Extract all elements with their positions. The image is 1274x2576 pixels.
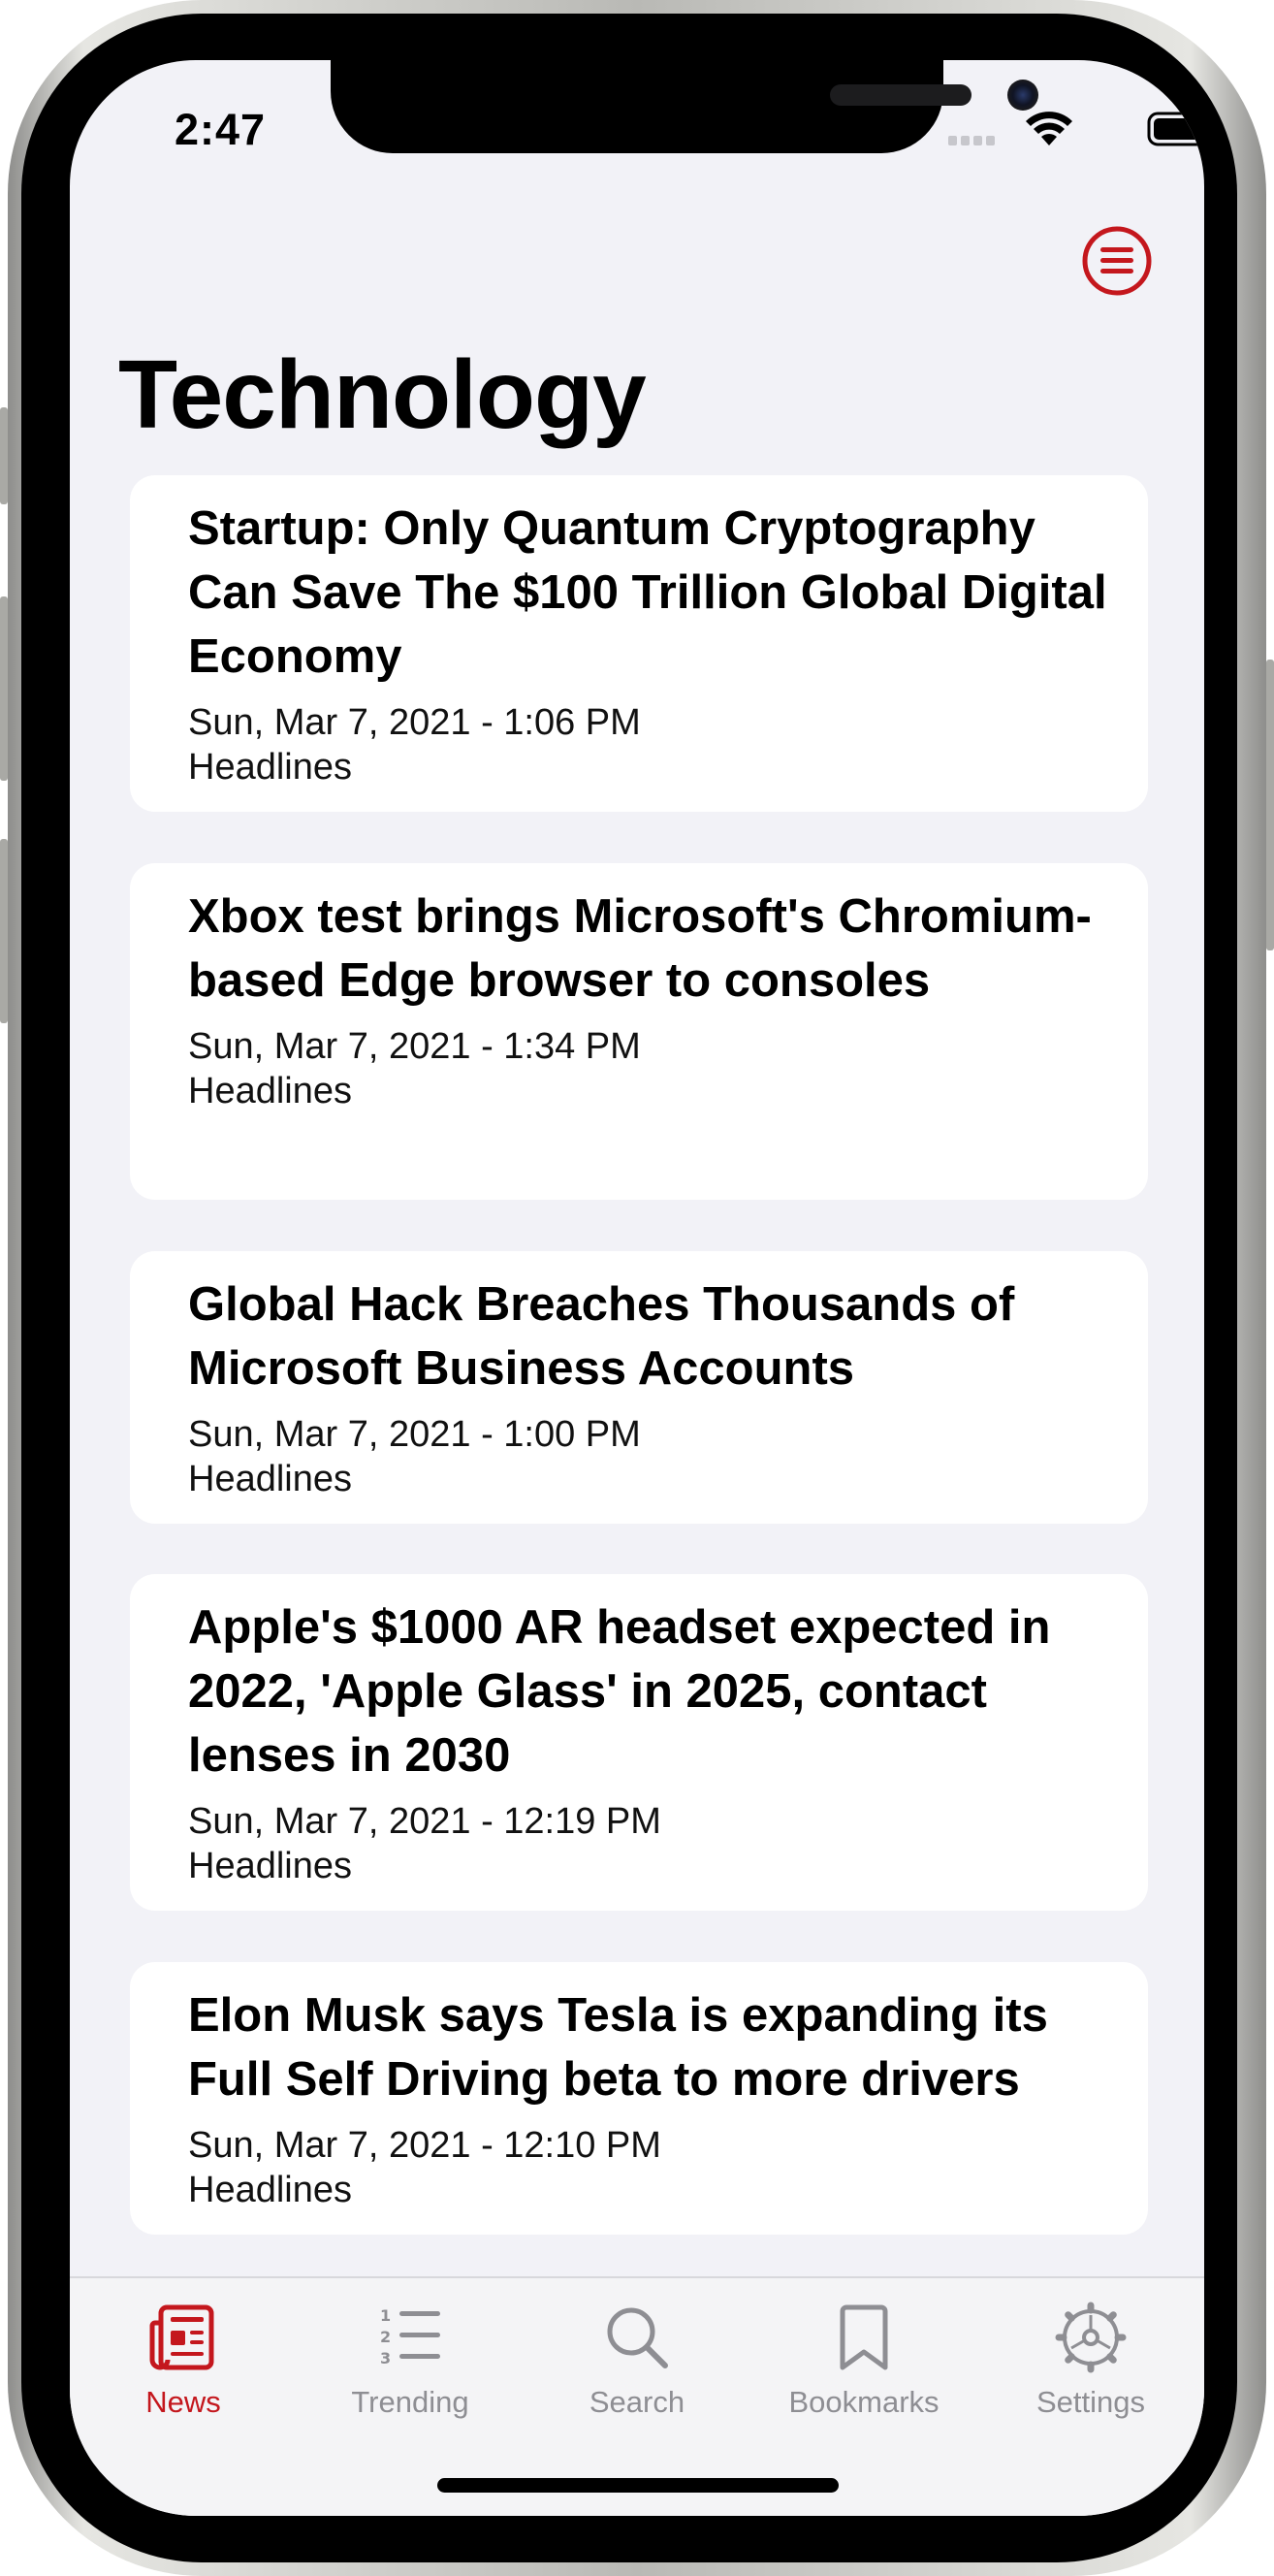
silent-switch xyxy=(0,407,8,504)
article-card[interactable]: Apple's $1000 AR headset expected in 202… xyxy=(130,1574,1148,1911)
status-icons xyxy=(948,112,1204,146)
menu-button[interactable] xyxy=(1081,225,1153,297)
tab-label: Bookmarks xyxy=(788,2385,940,2419)
article-source: Headlines xyxy=(188,1846,352,1886)
bookmark-icon xyxy=(840,2304,888,2370)
tab-search[interactable]: Search xyxy=(524,2278,750,2443)
article-card[interactable]: Elon Musk says Tesla is expanding its Fu… xyxy=(130,1962,1148,2235)
tab-trending[interactable]: 1 2 3 Trending xyxy=(297,2278,524,2443)
speaker-grille xyxy=(830,84,971,106)
article-date: Sun, Mar 7, 2021 - 1:06 PM xyxy=(188,702,641,743)
article-source: Headlines xyxy=(188,747,352,788)
svg-text:2: 2 xyxy=(380,2328,391,2346)
article-date: Sun, Mar 7, 2021 - 1:34 PM xyxy=(188,1026,641,1067)
article-title: Global Hack Breaches Thousands of Micros… xyxy=(188,1278,1015,1395)
article-card[interactable]: Startup: Only Quantum Cryptography Can S… xyxy=(130,475,1148,812)
article-source: Headlines xyxy=(188,1071,352,1111)
article-card[interactable]: Xbox test brings Microsoft's Chromium-ba… xyxy=(130,863,1148,1200)
tab-settings[interactable]: Settings xyxy=(977,2278,1204,2443)
newspaper-icon xyxy=(149,2304,214,2370)
screen: 2:47 Technology Startup: Only Quantum Cr… xyxy=(70,60,1204,2516)
tab-news[interactable]: News xyxy=(70,2278,297,2443)
battery-icon xyxy=(1147,112,1204,146)
front-camera xyxy=(1007,80,1038,111)
notch xyxy=(331,60,1038,153)
cellular-signal-icon xyxy=(948,136,995,145)
tab-label: News xyxy=(145,2385,221,2419)
gear-icon xyxy=(1055,2302,1127,2373)
article-date: Sun, Mar 7, 2021 - 1:00 PM xyxy=(188,1414,641,1455)
tab-label: Settings xyxy=(1035,2385,1145,2419)
article-date: Sun, Mar 7, 2021 - 12:19 PM xyxy=(188,1801,661,1842)
article-source: Headlines xyxy=(188,2170,352,2210)
wifi-icon xyxy=(1026,112,1072,145)
article-title: Apple's $1000 AR headset expected in 202… xyxy=(188,1601,1051,1782)
article-title: Startup: Only Quantum Cryptography Can S… xyxy=(188,502,1107,683)
article-title: Elon Musk says Tesla is expanding its Fu… xyxy=(188,1989,1048,2106)
home-indicator[interactable] xyxy=(437,2478,839,2493)
tab-bookmarks[interactable]: Bookmarks xyxy=(750,2278,977,2443)
tab-label: Search xyxy=(589,2385,685,2419)
power-button xyxy=(1266,660,1274,950)
tab-label: Trending xyxy=(351,2385,469,2419)
status-time: 2:47 xyxy=(175,105,267,154)
volume-down-button xyxy=(0,839,8,1023)
numbered-list-icon: 1 2 3 xyxy=(380,2306,440,2367)
volume-up-button xyxy=(0,596,8,781)
article-title: Xbox test brings Microsoft's Chromium-ba… xyxy=(188,890,1092,1007)
article-date: Sun, Mar 7, 2021 - 12:10 PM xyxy=(188,2125,661,2166)
page-title: Technology xyxy=(118,340,647,449)
svg-text:3: 3 xyxy=(380,2349,391,2367)
svg-text:1: 1 xyxy=(380,2306,391,2325)
article-card[interactable]: Global Hack Breaches Thousands of Micros… xyxy=(130,1251,1148,1524)
article-source: Headlines xyxy=(188,1459,352,1499)
magnifier-icon xyxy=(607,2307,668,2368)
